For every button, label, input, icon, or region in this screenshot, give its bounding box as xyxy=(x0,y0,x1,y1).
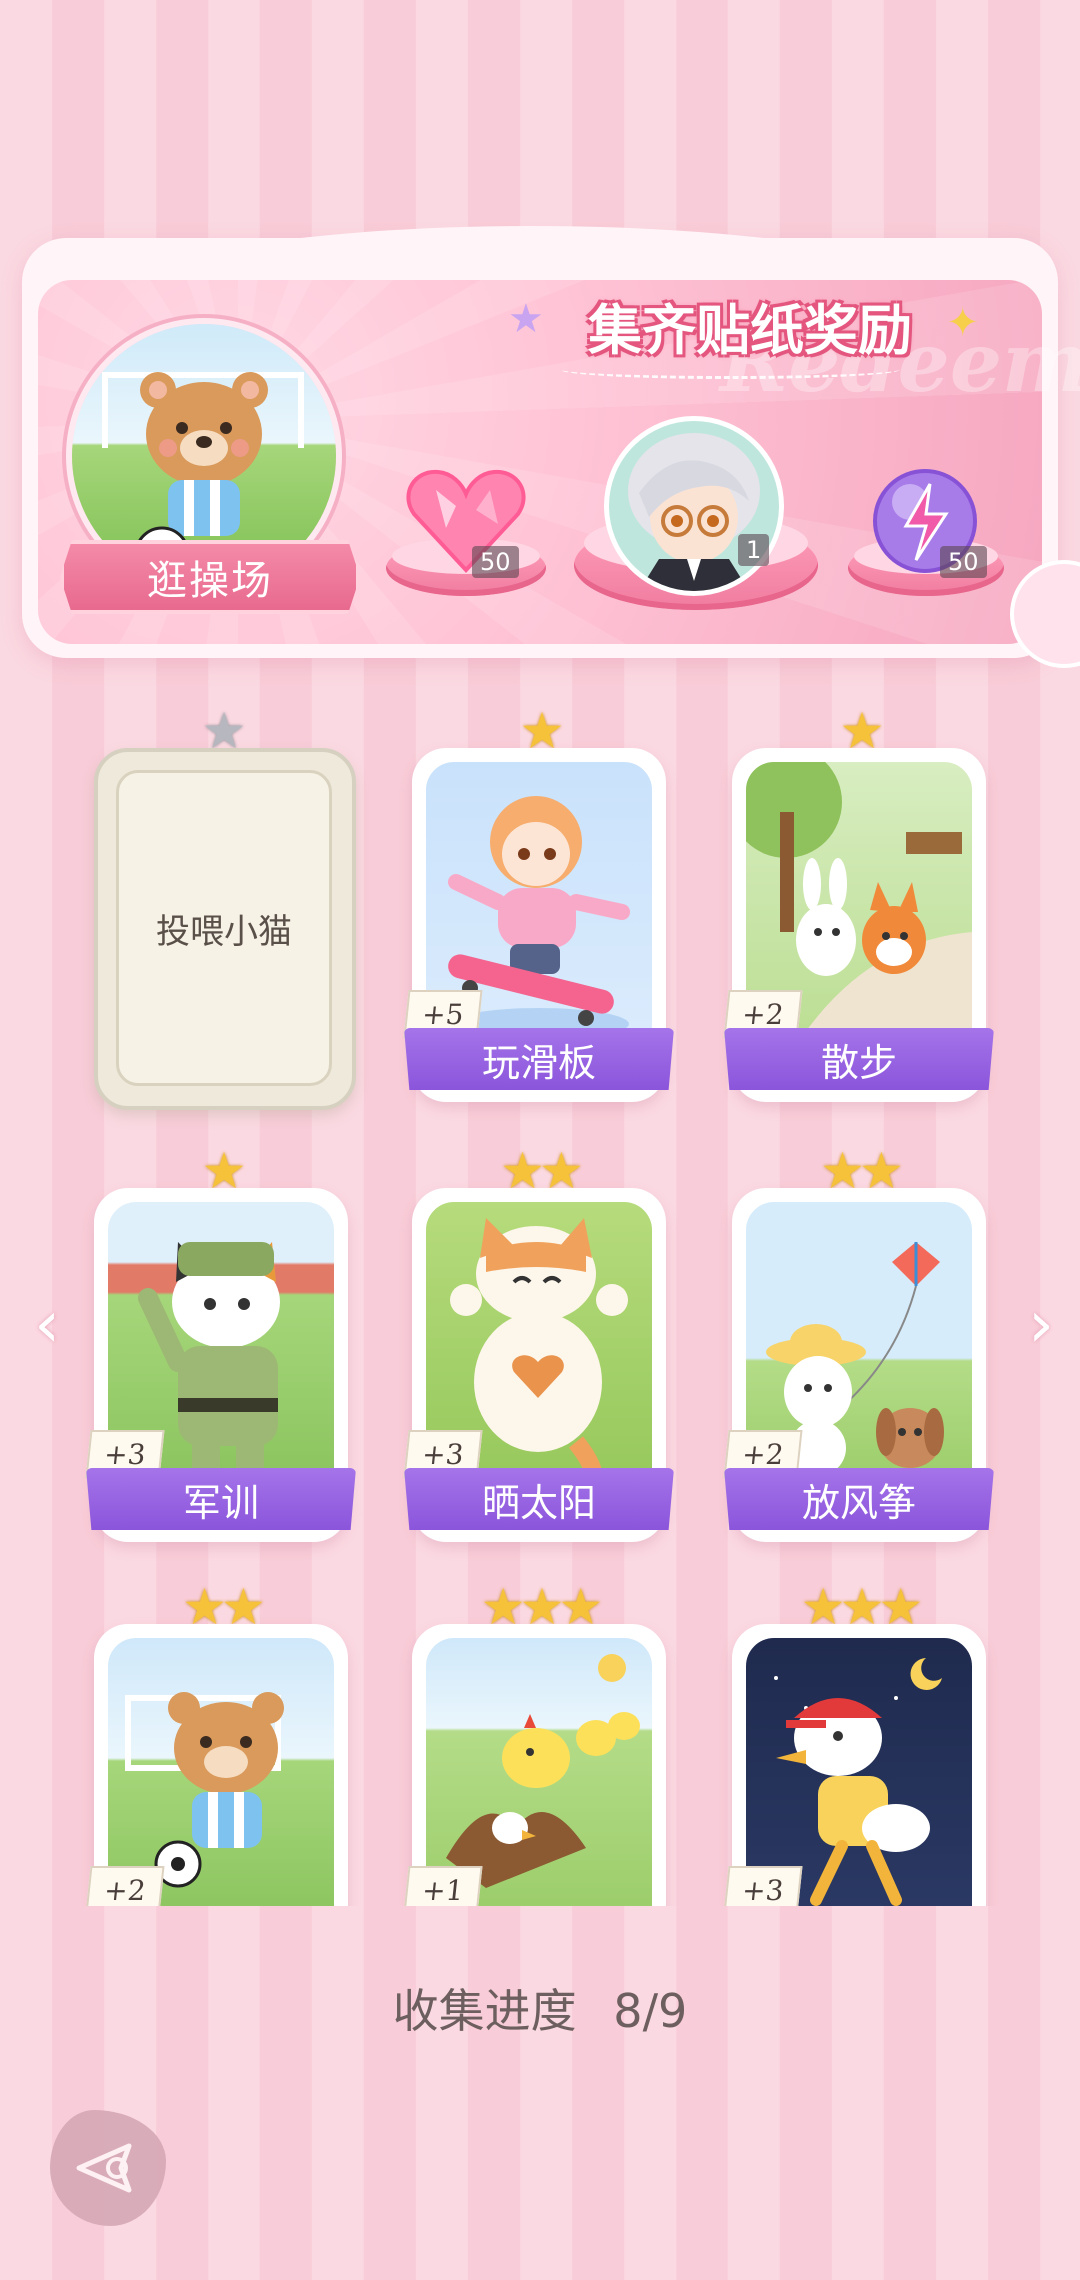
sticker-card-walk[interactable]: ★ +2 散步 xyxy=(723,706,994,1102)
card-name: 投喂小猫 xyxy=(156,911,292,952)
place-name-label: 逛操场 xyxy=(147,558,273,604)
reward-qty-2: 1 xyxy=(738,534,770,566)
sticker-card-military-training[interactable]: ★ +3 军训 xyxy=(85,1146,356,1542)
reward-qty-1: 50 xyxy=(472,546,519,578)
collection-progress-label: 收集进度 xyxy=(392,1984,577,2038)
back-button[interactable] xyxy=(50,2110,166,2226)
card-name: 放风筝 xyxy=(801,1480,916,1525)
prev-page-arrow-icon[interactable]: ‹ xyxy=(22,1290,72,1360)
banner-title: 集齐贴纸奖励 xyxy=(588,299,912,362)
card-name-bar: 晒太阳 xyxy=(404,1468,674,1530)
next-page-arrow-icon[interactable]: › xyxy=(1016,1290,1066,1360)
sticker-card-chicks-eagle[interactable]: ★★★ +1 xyxy=(403,1582,666,1906)
collection-progress: 收集进度 8/9 xyxy=(0,1975,1080,2041)
card-name: 散步 xyxy=(820,1040,897,1085)
card-name-bar: 军训 xyxy=(86,1468,356,1530)
card-name-bar: 玩滑板 xyxy=(404,1028,674,1090)
title-dashed-line xyxy=(560,360,900,379)
banner-title-wrap: 集齐贴纸奖励 xyxy=(540,286,960,362)
sticker-card-sunbathe[interactable]: ★★ +3 晒太阳 xyxy=(403,1146,674,1542)
sticker-grid-scroll-bottom[interactable]: ★★ +2 ★★★ +1 ★★★ +3 xyxy=(0,1560,1080,1906)
character-avatar-icon[interactable] xyxy=(604,416,784,596)
place-name-badge: 逛操场 xyxy=(60,540,360,614)
back-arrow-icon xyxy=(76,2143,132,2193)
bonus-tag: +3 xyxy=(723,1866,803,1906)
bonus-tag: +2 xyxy=(85,1866,165,1906)
purple-star-sparkle-icon: ★ xyxy=(508,296,544,342)
sticker-card-kite[interactable]: ★★ +2 放风筝 xyxy=(723,1146,994,1542)
sticker-card-feed-cat[interactable]: ★ 投喂小猫 xyxy=(94,706,356,1110)
bonus-tag: +1 xyxy=(403,1866,483,1906)
card-name-bar: 散步 xyxy=(724,1028,994,1090)
sticker-card-skateboard[interactable]: ★ +5 玩滑板 xyxy=(403,706,674,1102)
collection-progress-value: 8/9 xyxy=(613,1984,688,2038)
card-name: 军训 xyxy=(182,1480,259,1525)
card-name: 玩滑板 xyxy=(481,1040,596,1085)
sticker-card-soccer[interactable]: ★★ +2 xyxy=(85,1582,348,1906)
card-name: 晒太阳 xyxy=(481,1480,596,1525)
locked-card-frame: 投喂小猫 xyxy=(94,748,356,1110)
reward-qty-3: 50 xyxy=(940,546,987,578)
sticker-card-night-run[interactable]: ★★★ +3 xyxy=(723,1582,986,1906)
card-name-bar: 放风筝 xyxy=(724,1468,994,1530)
